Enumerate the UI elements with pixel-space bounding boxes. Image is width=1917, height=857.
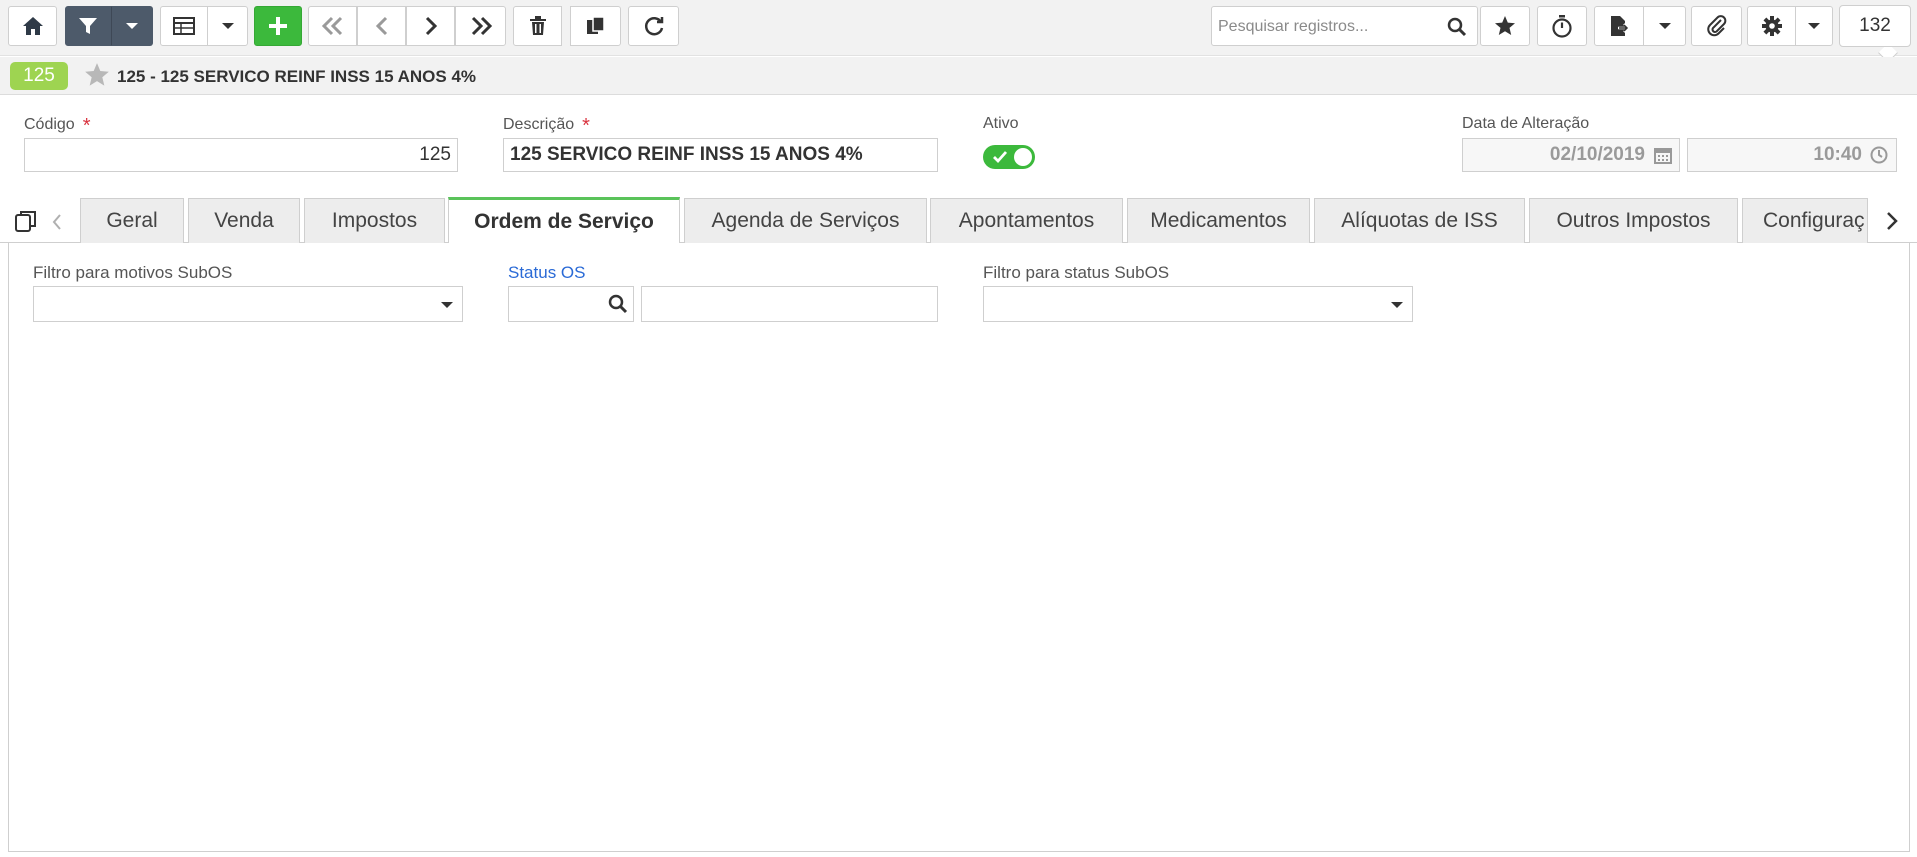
- record-counter: 132: [1839, 5, 1911, 47]
- attachments-button[interactable]: [1691, 6, 1742, 46]
- filter-dropdown-button[interactable]: [111, 6, 153, 46]
- record-id-badge: 125: [10, 62, 68, 90]
- trash-icon: [529, 16, 546, 35]
- clock-icon: [1870, 146, 1888, 164]
- tab-venda[interactable]: Venda: [188, 198, 300, 243]
- filtro-status-label: Filtro para status SubOS: [983, 263, 1170, 282]
- filtro-status-select[interactable]: [983, 286, 1413, 322]
- favorites-button[interactable]: [1480, 6, 1530, 46]
- double-chevron-left-icon: [321, 16, 342, 36]
- tab-apontamentos[interactable]: Apontamentos: [930, 198, 1123, 243]
- search-icon[interactable]: [608, 294, 628, 314]
- data-alteracao-label: Data de Alteração: [1462, 115, 1590, 132]
- status-os-label[interactable]: Status OS: [508, 263, 585, 283]
- stopwatch-icon: [1552, 15, 1572, 38]
- export-button[interactable]: [1594, 6, 1644, 46]
- tab-medicamentos[interactable]: Medicamentos: [1127, 198, 1310, 243]
- check-icon: [993, 151, 1008, 164]
- record-title: 125 - 125 SERVICO REINF INSS 15 ANOS 4%: [117, 67, 477, 86]
- status-os-description-field[interactable]: [641, 286, 938, 322]
- chevron-left-icon: [375, 16, 387, 36]
- refresh-icon: [644, 17, 663, 36]
- tab-outros-impostos[interactable]: Outros Impostos: [1529, 198, 1738, 243]
- star-icon: [1495, 16, 1515, 35]
- required-marker: *: [82, 115, 91, 137]
- chevron-down-icon: [1808, 23, 1820, 29]
- codigo-label: Código *: [24, 115, 91, 137]
- add-record-button[interactable]: [254, 6, 302, 46]
- descricao-label: Descrição *: [503, 115, 590, 137]
- tab-agenda-de-servicos[interactable]: Agenda de Serviços: [684, 198, 927, 243]
- favorite-star-icon[interactable]: [84, 62, 110, 93]
- tab-impostos[interactable]: Impostos: [304, 198, 445, 243]
- chevron-down-icon: [1658, 23, 1671, 29]
- home-icon: [22, 17, 43, 35]
- timer-button[interactable]: [1537, 6, 1587, 46]
- grid-view-button[interactable]: [160, 6, 208, 46]
- plus-icon: [269, 17, 287, 35]
- last-record-button[interactable]: [455, 6, 506, 46]
- chevron-down-icon: [1391, 302, 1403, 308]
- required-marker: *: [582, 115, 590, 137]
- tabs-scroll-right-icon[interactable]: [1884, 210, 1900, 232]
- tab-aliquotas-iss[interactable]: Alíquotas de ISS: [1314, 198, 1525, 243]
- gear-icon: [1761, 16, 1782, 36]
- ativo-toggle[interactable]: [983, 145, 1035, 169]
- chevron-down-icon: [221, 23, 234, 29]
- file-export-icon: [1611, 16, 1629, 36]
- duplicate-button[interactable]: [570, 6, 621, 46]
- toggle-knob: [1014, 148, 1032, 166]
- calendar-icon: [1654, 148, 1672, 164]
- paperclip-icon: [1706, 15, 1726, 37]
- data-alteracao-date-field: 02/10/2019: [1462, 138, 1680, 172]
- refresh-button[interactable]: [628, 6, 679, 46]
- copy-window-icon[interactable]: [14, 209, 38, 233]
- settings-dropdown-button[interactable]: [1795, 6, 1833, 46]
- chevron-right-icon: [425, 16, 437, 36]
- next-record-button[interactable]: [406, 6, 455, 46]
- settings-button[interactable]: [1747, 6, 1796, 46]
- chevron-down-icon: [126, 23, 138, 29]
- tabs-scroll-left-icon[interactable]: [50, 212, 64, 232]
- search-input[interactable]: [1216, 15, 1440, 39]
- status-os-code-input[interactable]: [508, 286, 634, 322]
- first-record-button[interactable]: [308, 6, 357, 46]
- tab-content-panel: [8, 243, 1910, 852]
- filtro-motivos-select[interactable]: [33, 286, 463, 322]
- home-button[interactable]: [8, 6, 57, 46]
- filter-icon: [79, 18, 97, 34]
- tab-configuracao[interactable]: Configuraç: [1742, 198, 1868, 243]
- search-box[interactable]: [1211, 6, 1478, 46]
- ativo-label: Ativo: [983, 115, 1019, 132]
- double-chevron-right-icon: [471, 16, 492, 36]
- copy-icon: [586, 16, 605, 34]
- codigo-field[interactable]: 125: [24, 138, 458, 172]
- filtro-motivos-label: Filtro para motivos SubOS: [33, 263, 233, 282]
- chevron-down-icon: [441, 302, 453, 308]
- previous-record-button[interactable]: [357, 6, 406, 46]
- search-icon[interactable]: [1447, 17, 1467, 37]
- table-icon: [173, 17, 195, 35]
- export-dropdown-button[interactable]: [1643, 6, 1686, 46]
- descricao-field[interactable]: 125 SERVICO REINF INSS 15 ANOS 4%: [503, 138, 938, 172]
- delete-button[interactable]: [513, 6, 562, 46]
- tab-ordem-de-servico[interactable]: Ordem de Serviço: [448, 197, 680, 243]
- tab-geral[interactable]: Geral: [80, 198, 184, 243]
- data-alteracao-time-field: 10:40: [1687, 138, 1897, 172]
- filter-button[interactable]: [65, 6, 111, 46]
- grid-view-dropdown-button[interactable]: [207, 6, 248, 46]
